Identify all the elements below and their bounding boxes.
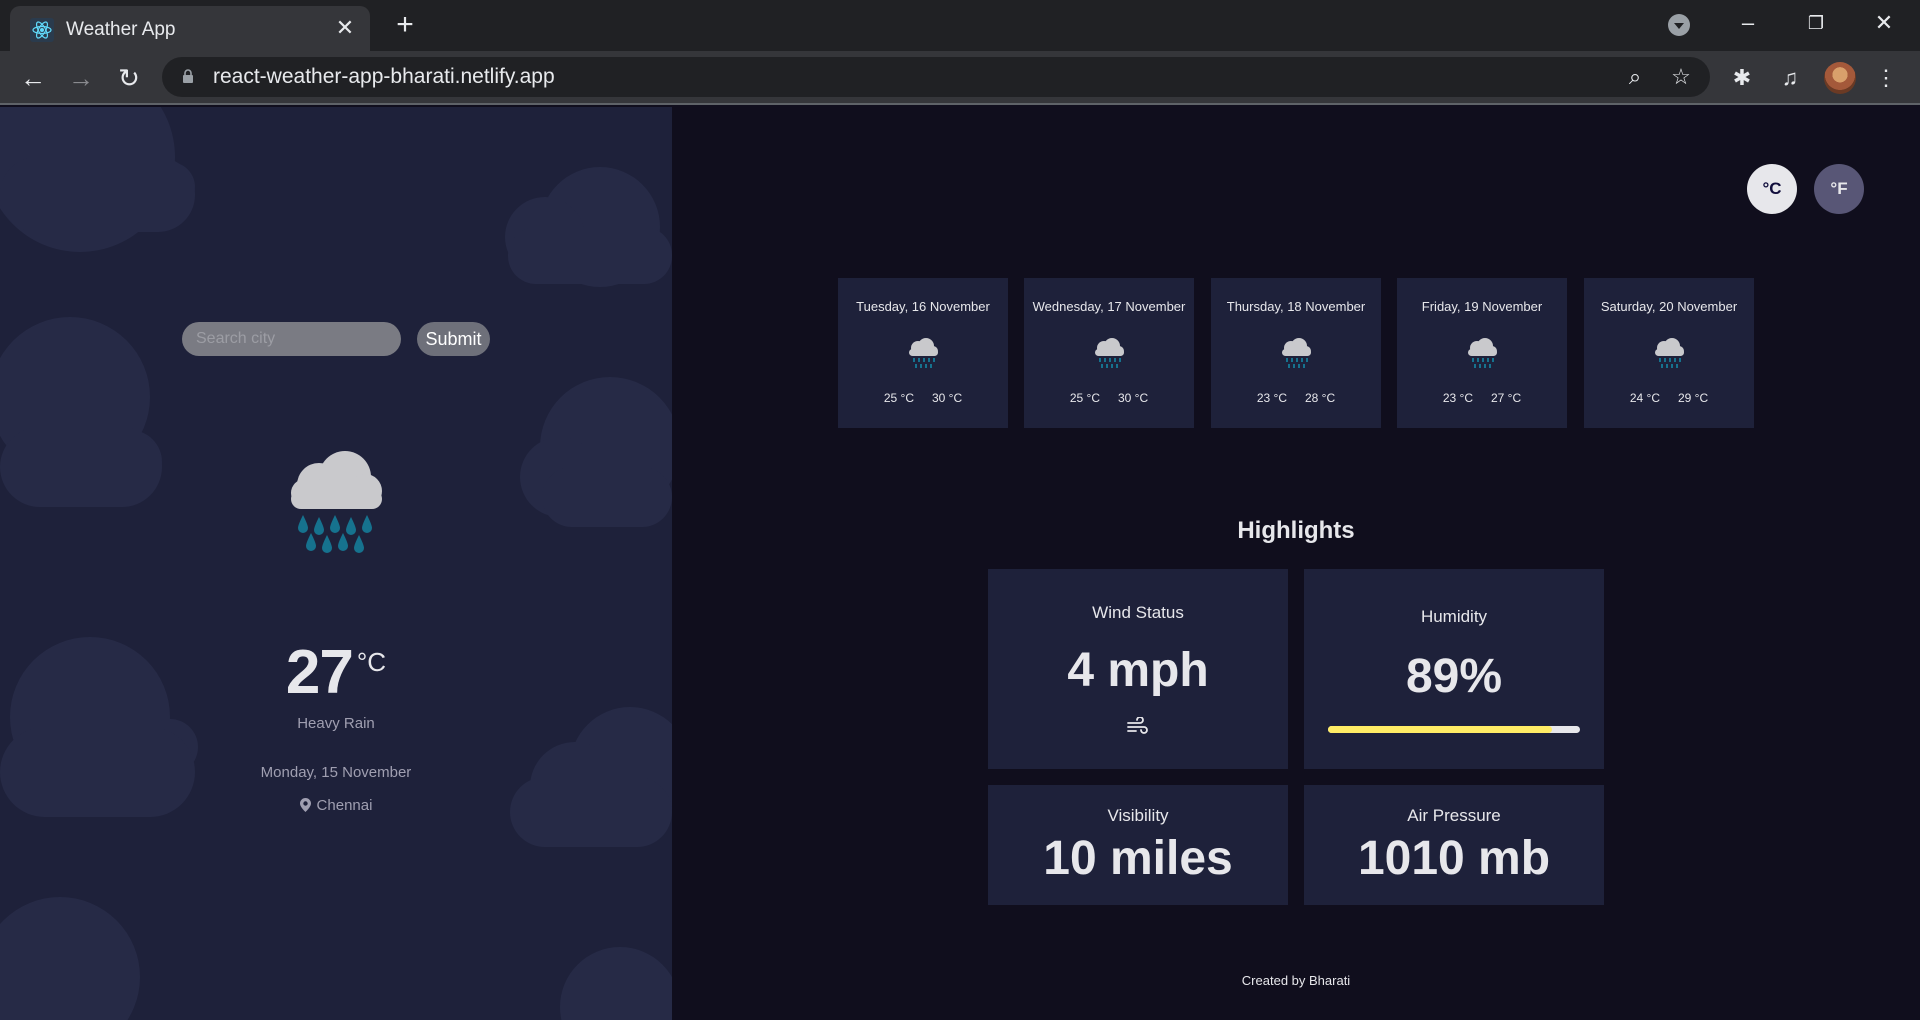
humidity-label: Humidity bbox=[1420, 607, 1488, 626]
wind-status-card: Wind Status 4 mph bbox=[988, 569, 1288, 769]
rain-icon bbox=[909, 338, 938, 368]
star-icon[interactable]: ☆ bbox=[1668, 64, 1694, 90]
rain-icon bbox=[1655, 338, 1684, 368]
footer-credit: Created by Bharati bbox=[1241, 973, 1351, 988]
forecast-day: Thursday, 18 November bbox=[1226, 299, 1366, 314]
submit-button[interactable]: Submit bbox=[417, 322, 490, 356]
current-date: Monday, 15 November bbox=[260, 764, 412, 781]
forecast-temps: 23 °C 27 °C bbox=[1397, 391, 1567, 405]
media-icon[interactable]: ♫ bbox=[1776, 64, 1804, 92]
forecast-temps: 25 °C 30 °C bbox=[838, 391, 1008, 405]
forecast-min-temp: 24 °C bbox=[1629, 391, 1660, 405]
rain-icon bbox=[1282, 338, 1311, 368]
avatar[interactable] bbox=[1824, 62, 1856, 94]
air-pressure-label: Air Pressure bbox=[1407, 806, 1501, 825]
forecast-max-temp: 29 °C bbox=[1678, 391, 1709, 405]
forecast-card: Friday, 19 November 23 °C 27 °C bbox=[1397, 278, 1567, 428]
forecast-min-temp: 25 °C bbox=[1069, 391, 1100, 405]
air-pressure-value: 1010 mb bbox=[1357, 832, 1551, 885]
forecast-max-temp: 27 °C bbox=[1491, 391, 1522, 405]
weather-condition: Heavy Rain bbox=[297, 715, 375, 732]
forecast-day: Saturday, 20 November bbox=[1600, 299, 1738, 314]
temperature-unit: °C bbox=[356, 647, 387, 677]
forecast-day: Wednesday, 17 November bbox=[1032, 299, 1186, 314]
tab-title: Weather App bbox=[66, 19, 176, 40]
menu-icon[interactable]: ⋮ bbox=[1872, 64, 1900, 92]
restore-icon[interactable]: ❐ bbox=[1796, 8, 1836, 38]
humidity-bar-fill bbox=[1328, 726, 1553, 733]
air-pressure-card: Air Pressure 1010 mb bbox=[1304, 785, 1604, 905]
humidity-bar bbox=[1328, 726, 1580, 733]
forecast-card: Thursday, 18 November 23 °C 28 °C bbox=[1211, 278, 1381, 428]
forecast-temps: 24 °C 29 °C bbox=[1584, 391, 1754, 405]
address-bar[interactable]: react-weather-app-bharati.netlify.app ⌕ … bbox=[162, 57, 1710, 97]
humidity-card: Humidity 89% bbox=[1304, 569, 1604, 769]
lock-icon bbox=[183, 69, 193, 83]
forecast-max-temp: 28 °C bbox=[1305, 391, 1336, 405]
rain-icon bbox=[1095, 338, 1124, 368]
tab-search-icon[interactable] bbox=[1668, 14, 1690, 36]
zoom-icon[interactable]: ⌕ bbox=[1622, 64, 1648, 90]
minimize-icon[interactable]: – bbox=[1728, 8, 1768, 38]
current-temperature: 27 °C bbox=[0, 637, 672, 708]
wind-icon bbox=[1127, 717, 1148, 734]
search-input[interactable] bbox=[182, 322, 401, 356]
visibility-card: Visibility 10 miles bbox=[988, 785, 1288, 905]
back-icon[interactable]: ← bbox=[18, 63, 48, 93]
rain-icon bbox=[1468, 338, 1497, 368]
window-close-icon[interactable]: ✕ bbox=[1864, 8, 1904, 38]
forecast-min-temp: 23 °C bbox=[1442, 391, 1473, 405]
weather-app: Submit 27°C Heavy Rain Monday, 15 Nov bbox=[0, 107, 1920, 1020]
extensions-icon[interactable]: ✱ bbox=[1728, 64, 1756, 92]
url-text: react-weather-app-bharati.netlify.app bbox=[213, 65, 555, 88]
forecast-min-temp: 25 °C bbox=[883, 391, 914, 405]
fahrenheit-button[interactable]: °F bbox=[1814, 164, 1864, 214]
current-weather-panel: Submit 27°C Heavy Rain Monday, 15 Nov bbox=[0, 107, 672, 1020]
forecast-card: Saturday, 20 November 24 °C 29 °C bbox=[1584, 278, 1754, 428]
forecast-min-temp: 23 °C bbox=[1256, 391, 1287, 405]
heavy-rain-icon bbox=[291, 451, 382, 553]
cloud-background bbox=[0, 107, 672, 1020]
forecast-max-temp: 30 °C bbox=[932, 391, 963, 405]
forecast-panel: °C °F Tuesday, 16 November 25 °C 30 °C Wedn… bbox=[672, 107, 1920, 1020]
close-icon[interactable]: ✕ bbox=[332, 15, 358, 41]
browser-toolbar: ← → ↻ react-weather-app-bharati.netlify.… bbox=[0, 51, 1920, 105]
forecast-card: Wednesday, 17 November 25 °C 30 °C bbox=[1024, 278, 1194, 428]
forecast-temps: 25 °C 30 °C bbox=[1024, 391, 1194, 405]
wind-status-label: Wind Status bbox=[1092, 603, 1184, 622]
browser-tab-bar: Weather App ✕ + – ❐ ✕ bbox=[0, 0, 1920, 51]
forecast-temps: 23 °C 28 °C bbox=[1211, 391, 1381, 405]
highlights-title: Highlights bbox=[1237, 517, 1355, 544]
browser-tab[interactable]: Weather App ✕ bbox=[10, 6, 370, 51]
forecast-day: Tuesday, 16 November bbox=[856, 299, 990, 314]
forecast-day: Friday, 19 November bbox=[1421, 299, 1543, 314]
forecast-card: Tuesday, 16 November 25 °C 30 °C bbox=[838, 278, 1008, 428]
reload-icon[interactable]: ↻ bbox=[114, 63, 144, 93]
visibility-label: Visibility bbox=[1107, 806, 1169, 825]
forward-icon[interactable]: → bbox=[66, 63, 96, 93]
forecast-max-temp: 30 °C bbox=[1118, 391, 1149, 405]
visibility-value: 10 miles bbox=[1043, 832, 1233, 885]
celsius-button[interactable]: °C bbox=[1747, 164, 1797, 214]
location-pin-icon bbox=[299, 798, 311, 812]
humidity-value: 89% bbox=[1405, 650, 1503, 703]
wind-status-value: 4 mph bbox=[1067, 644, 1209, 697]
temperature-value: 27 bbox=[285, 638, 354, 707]
plus-icon[interactable]: + bbox=[390, 10, 420, 40]
react-favicon-icon bbox=[30, 18, 54, 42]
location: Chennai bbox=[0, 797, 672, 814]
location-name: Chennai bbox=[316, 797, 373, 814]
